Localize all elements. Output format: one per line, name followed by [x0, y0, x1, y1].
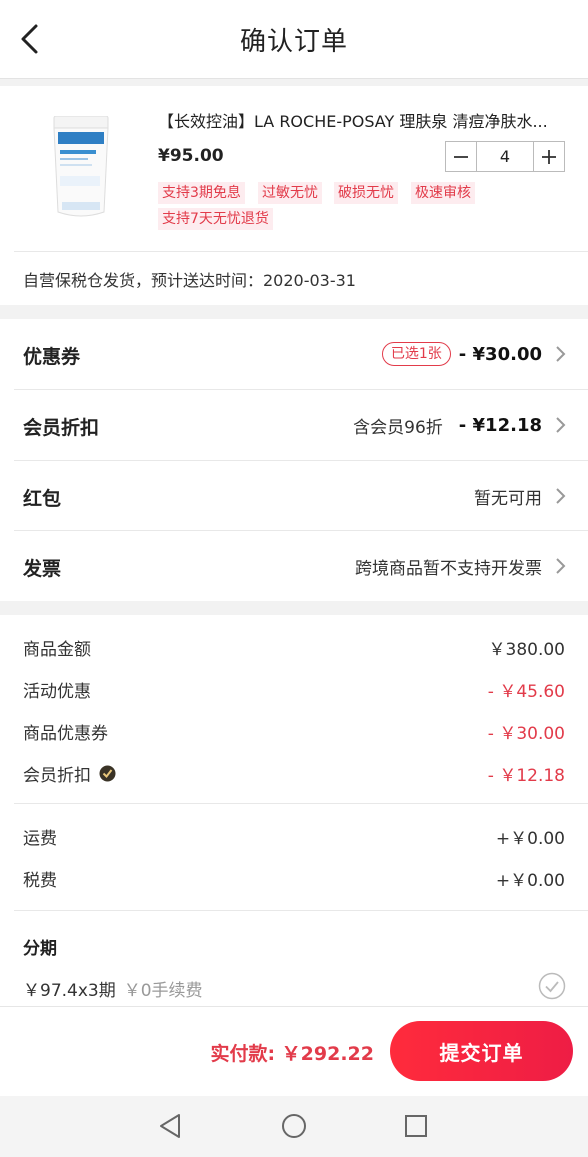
member-discount-summary-label: 会员折扣: [23, 766, 91, 786]
verified-check-icon[interactable]: [99, 765, 116, 782]
chevron-right-icon: [556, 558, 566, 574]
invoice-value: 跨境商品暂不支持开发票: [355, 559, 542, 579]
product-tag: 过敏无忧: [258, 182, 322, 204]
divider: [14, 803, 588, 804]
product-price: ¥95.00: [158, 146, 224, 166]
product-tag: 极速审核: [411, 182, 475, 204]
product-image[interactable]: [52, 115, 110, 220]
member-discount-summary-label-group: 会员折扣: [23, 761, 116, 786]
summary-row: 税费 +￥0.00: [0, 863, 588, 893]
product-title[interactable]: 【长效控油】LA ROCHE-POSAY 理肤泉 清痘净肤水...: [158, 108, 558, 132]
member-discount-amount: - ¥12.18: [458, 415, 542, 436]
header: 确认订单: [0, 0, 588, 79]
product-card: 【长效控油】LA ROCHE-POSAY 理肤泉 清痘净肤水... ¥95.00…: [0, 86, 588, 305]
coupon-label: 优惠券: [23, 346, 81, 368]
product-tube-icon: [53, 115, 109, 217]
summary-row: 活动优惠 - ￥45.60: [0, 674, 588, 704]
product-tag: 破损无忧: [334, 182, 398, 204]
plus-icon: [542, 149, 556, 164]
divider: [14, 910, 588, 911]
freight-value: +￥0.00: [495, 829, 565, 849]
goods-coupon-label: 商品优惠券: [23, 724, 108, 744]
price-summary: 商品金额 ￥380.00 活动优惠 - ￥45.60 商品优惠券 - ￥30.0…: [0, 615, 588, 1010]
activity-discount-label: 活动优惠: [23, 682, 91, 702]
goods-amount-value: ￥380.00: [488, 640, 565, 660]
decrease-quantity-button[interactable]: [446, 142, 477, 171]
page-title: 确认订单: [239, 27, 348, 57]
member-discount-note: 含会员96折: [353, 418, 443, 438]
installment-plan: ￥97.4x3期: [23, 981, 116, 1001]
tax-value: +￥0.00: [495, 871, 565, 891]
redpacket-label: 红包: [23, 488, 62, 510]
coupon-selected-badge: 已选1张: [381, 342, 451, 366]
goods-coupon-value: - ￥30.00: [487, 724, 565, 744]
nav-recents-icon[interactable]: [402, 1112, 430, 1140]
redpacket-value: 暂无可用: [474, 489, 542, 509]
summary-row: 商品优惠券 - ￥30.00: [0, 716, 588, 746]
redpacket-row[interactable]: 红包 暂无可用: [0, 461, 588, 531]
product-tag: 支持7天无忧退货: [158, 208, 273, 230]
invoice-row[interactable]: 发票 跨境商品暂不支持开发票: [0, 531, 588, 601]
nav-home-icon[interactable]: [280, 1112, 308, 1140]
quantity-stepper: 4: [445, 141, 565, 172]
goods-amount-label: 商品金额: [23, 640, 91, 660]
nav-back-icon[interactable]: [157, 1112, 185, 1140]
activity-discount-value: - ￥45.60: [487, 682, 565, 702]
chevron-right-icon: [556, 488, 566, 504]
system-navbar: [0, 1096, 588, 1157]
checkout-bar: 实付款: ￥292.22 提交订单: [0, 1006, 588, 1097]
chevron-right-icon: [556, 417, 566, 433]
member-discount-summary-value: - ￥12.18: [487, 766, 565, 786]
submit-order-button[interactable]: 提交订单: [390, 1021, 573, 1081]
divider: [14, 251, 588, 252]
shipping-info: 自营保税仓发货，预计送达时间：2020-03-31: [23, 271, 356, 290]
minus-icon: [454, 155, 468, 158]
tax-label: 税费: [23, 871, 57, 891]
member-discount-label: 会员折扣: [23, 417, 100, 439]
coupon-amount: - ¥30.00: [458, 343, 542, 365]
quantity-value[interactable]: 4: [477, 142, 533, 171]
chevron-right-icon: [556, 346, 566, 362]
summary-row: 会员折扣 - ￥12.18: [0, 758, 588, 788]
summary-row: 商品金额 ￥380.00: [0, 632, 588, 662]
order-options: 优惠券 已选1张 - ¥30.00 会员折扣 含会员96折 - ¥12.18 红…: [0, 319, 588, 601]
invoice-label: 发票: [23, 558, 62, 580]
total-payment: 实付款: ￥292.22: [210, 1043, 374, 1065]
member-discount-row[interactable]: 会员折扣 含会员96折 - ¥12.18: [0, 390, 588, 460]
installment-option[interactable]: ￥97.4x3期 ￥0手续费: [23, 976, 203, 1001]
installment-title: 分期: [23, 939, 57, 959]
increase-quantity-button[interactable]: [533, 142, 564, 171]
coupon-row[interactable]: 优惠券 已选1张 - ¥30.00: [0, 319, 588, 389]
summary-row: 运费 +￥0.00: [0, 821, 588, 851]
installment-fee: ￥0手续费: [123, 981, 203, 1001]
product-tag: 支持3期免息: [158, 182, 245, 204]
freight-label: 运费: [23, 829, 57, 849]
check-circle-icon[interactable]: [538, 972, 566, 1000]
